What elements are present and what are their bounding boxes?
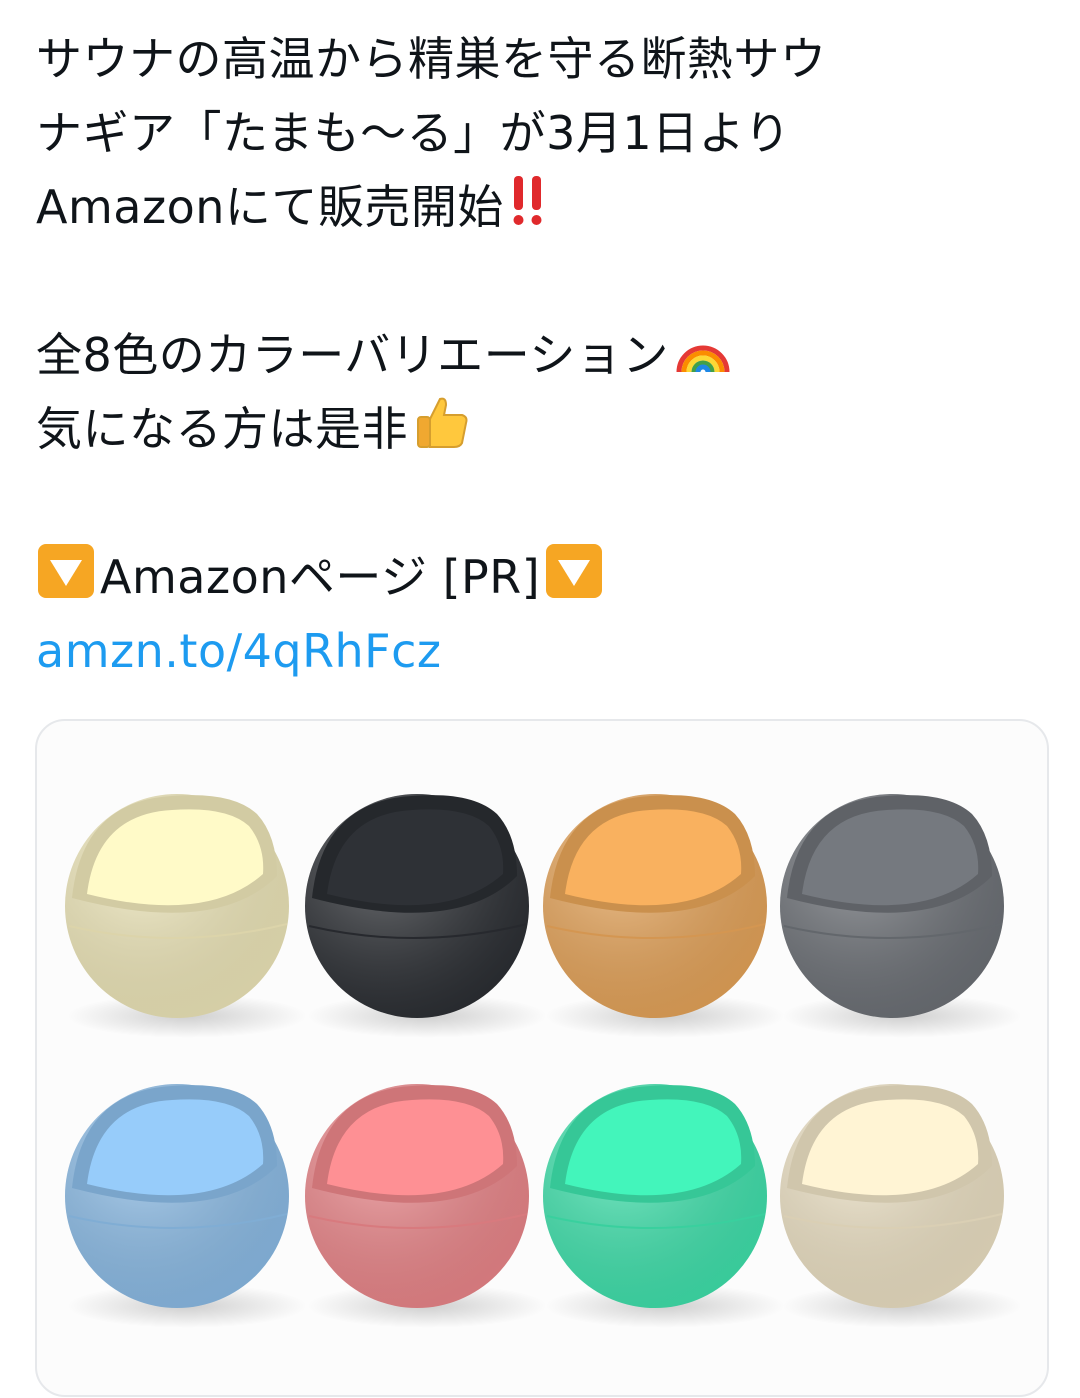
product-bowl — [305, 794, 547, 1038]
tweet-line-3-text: Amazonにて販売開始 — [36, 180, 504, 234]
tweet-line-1: サウナの高温から精巣を守る断熱サウ — [36, 32, 827, 86]
product-bowl — [65, 794, 307, 1038]
tweet-line-colors: 全8色のカラーバリエーション — [36, 318, 1046, 392]
tweet-line-amazon-text: Amazonページ [PR] — [100, 550, 541, 604]
down-triangle-button-icon — [544, 540, 604, 621]
tweet-line-interest-text: 気になる方は是非 — [36, 402, 408, 456]
down-triangle-button-icon — [36, 540, 96, 621]
tweet-line-interest: 気になる方は是非 — [36, 392, 1046, 466]
product-bowl — [543, 1084, 785, 1328]
tweet-line-colors-text: 全8色のカラーバリエーション — [36, 328, 669, 382]
tweet-line-amazon: Amazonページ [PR] — [36, 540, 1046, 614]
tweet-media-image[interactable] — [35, 719, 1049, 1397]
tweet-line-2: ナギア「たまも〜る」が3月1日より — [36, 106, 791, 160]
thumbs-up-icon — [412, 393, 472, 472]
product-bowl — [543, 794, 785, 1038]
product-photo — [65, 794, 1022, 1328]
double-exclamation-icon — [508, 172, 552, 249]
product-bowl — [780, 1084, 1022, 1328]
rainbow-icon — [673, 320, 733, 397]
product-bowl — [305, 1084, 547, 1328]
tweet-text: サウナの高温から精巣を守る断熱サウ ナギア「たまも〜る」が3月1日より Amaz… — [36, 22, 1046, 688]
tweet-line-3: Amazonにて販売開始 — [36, 170, 1046, 244]
amazon-link[interactable]: amzn.to/4qRhFcz — [36, 614, 1046, 688]
product-bowl — [65, 1084, 307, 1328]
product-bowl — [780, 794, 1022, 1038]
